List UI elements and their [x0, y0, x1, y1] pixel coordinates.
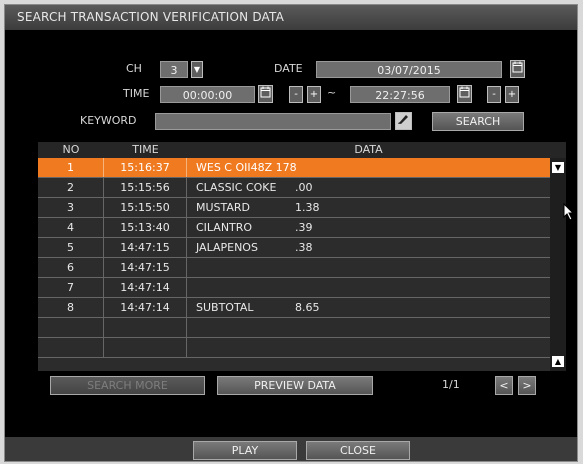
row-item: MUSTARD [196, 201, 251, 214]
row-data: SUBTOTAL 8.65 [187, 298, 550, 317]
time-to-field[interactable]: 22:27:56 [350, 86, 450, 103]
row-no: 2 [38, 178, 104, 197]
row-value: 1.38 [295, 201, 320, 214]
row-time: 15:15:50 [104, 198, 187, 217]
row-no: 7 [38, 278, 104, 297]
row-value: .00 [295, 181, 313, 194]
row-data: JALAPENOS .38 [187, 238, 550, 257]
header-no: NO [62, 143, 80, 156]
date-field[interactable]: 03/07/2015 [316, 61, 502, 78]
row-no: 3 [38, 198, 104, 217]
chevron-down-icon[interactable]: ▼ [191, 61, 203, 78]
row-time: 15:16:37 [104, 158, 187, 177]
row-data: CLASSIC COKE .00 [187, 178, 550, 197]
row-data: WES C OII48Z 178 [187, 158, 550, 177]
header-time: TIME [132, 143, 159, 156]
table-row[interactable]: 5 14:47:15 JALAPENOS .38 [38, 238, 550, 258]
mouse-pointer-icon [563, 203, 575, 221]
row-no: 4 [38, 218, 104, 237]
range-tilde: ~ [327, 86, 337, 99]
row-data: MUSTARD 1.38 [187, 198, 550, 217]
keyword-label: KEYWORD [80, 114, 137, 127]
ch-label: CH [126, 62, 142, 75]
row-no [38, 338, 104, 357]
time-from-increment-button[interactable]: + [307, 86, 321, 103]
keyword-input[interactable] [155, 113, 391, 130]
row-data [187, 338, 550, 357]
table-row[interactable] [38, 318, 550, 338]
preview-data-button[interactable]: PREVIEW DATA [217, 376, 373, 395]
row-value: 8.65 [295, 301, 320, 314]
table-row[interactable]: 4 15:13:40 CILANTRO .39 [38, 218, 550, 238]
time-to-increment-button[interactable]: + [505, 86, 519, 103]
prev-page-button[interactable]: < [495, 376, 513, 395]
row-item: SUBTOTAL [196, 301, 254, 314]
scroll-down-icon[interactable]: ▼ [552, 162, 564, 173]
row-data [187, 318, 550, 337]
row-time [104, 338, 187, 357]
row-value: .38 [295, 241, 313, 254]
table-row[interactable]: 3 15:15:50 MUSTARD 1.38 [38, 198, 550, 218]
row-time [104, 318, 187, 337]
row-data: CILANTRO .39 [187, 218, 550, 237]
row-no: 5 [38, 238, 104, 257]
search-more-button[interactable]: SEARCH MORE [50, 376, 205, 395]
time-to-decrement-button[interactable]: - [487, 86, 501, 103]
transaction-search-window: SEARCH TRANSACTION VERIFICATION DATA CH … [4, 4, 578, 462]
time-label: TIME [123, 87, 150, 100]
transaction-table: NO TIME DATA 1 15:16:37 WES C OII48Z 178… [38, 142, 566, 371]
table-row[interactable]: 8 14:47:14 SUBTOTAL 8.65 [38, 298, 550, 318]
row-no: 1 [38, 158, 104, 177]
scroll-up-icon[interactable]: ▲ [552, 356, 564, 367]
row-data [187, 258, 550, 277]
row-item: CLASSIC COKE [196, 181, 277, 194]
row-time: 14:47:15 [104, 258, 187, 277]
table-row[interactable]: 6 14:47:15 [38, 258, 550, 278]
page-indicator: 1/1 [442, 378, 460, 391]
close-button[interactable]: CLOSE [306, 441, 410, 460]
row-time: 14:47:14 [104, 298, 187, 317]
table-row[interactable] [38, 338, 550, 358]
calendar-icon[interactable] [258, 85, 273, 103]
time-from-field[interactable]: 00:00:00 [160, 86, 255, 103]
row-time: 15:13:40 [104, 218, 187, 237]
row-time: 14:47:15 [104, 238, 187, 257]
row-value: .39 [295, 221, 313, 234]
table-scrollbar[interactable]: ▼ ▲ [550, 158, 566, 371]
channel-select[interactable]: 3 [160, 61, 188, 78]
calendar-icon[interactable] [510, 60, 525, 78]
date-label: DATE [274, 62, 303, 75]
row-no: 6 [38, 258, 104, 277]
row-item: JALAPENOS [196, 241, 258, 254]
row-item: WES C OII48Z 178 [196, 161, 297, 174]
calendar-icon[interactable] [457, 85, 472, 103]
row-no: 8 [38, 298, 104, 317]
row-time: 14:47:14 [104, 278, 187, 297]
window-title: SEARCH TRANSACTION VERIFICATION DATA [5, 5, 577, 30]
table-header: NO TIME DATA [38, 142, 566, 158]
header-data: DATA [354, 143, 383, 156]
table-row[interactable]: 7 14:47:14 [38, 278, 550, 298]
keyboard-icon[interactable] [395, 112, 412, 130]
row-time: 15:15:56 [104, 178, 187, 197]
time-from-decrement-button[interactable]: - [289, 86, 303, 103]
search-button[interactable]: SEARCH [432, 112, 524, 131]
table-row[interactable]: 2 15:15:56 CLASSIC COKE .00 [38, 178, 550, 198]
table-row[interactable]: 1 15:16:37 WES C OII48Z 178 [38, 158, 550, 178]
play-button[interactable]: PLAY [193, 441, 297, 460]
row-data [187, 278, 550, 297]
row-no [38, 318, 104, 337]
row-item: CILANTRO [196, 221, 253, 234]
next-page-button[interactable]: > [518, 376, 536, 395]
